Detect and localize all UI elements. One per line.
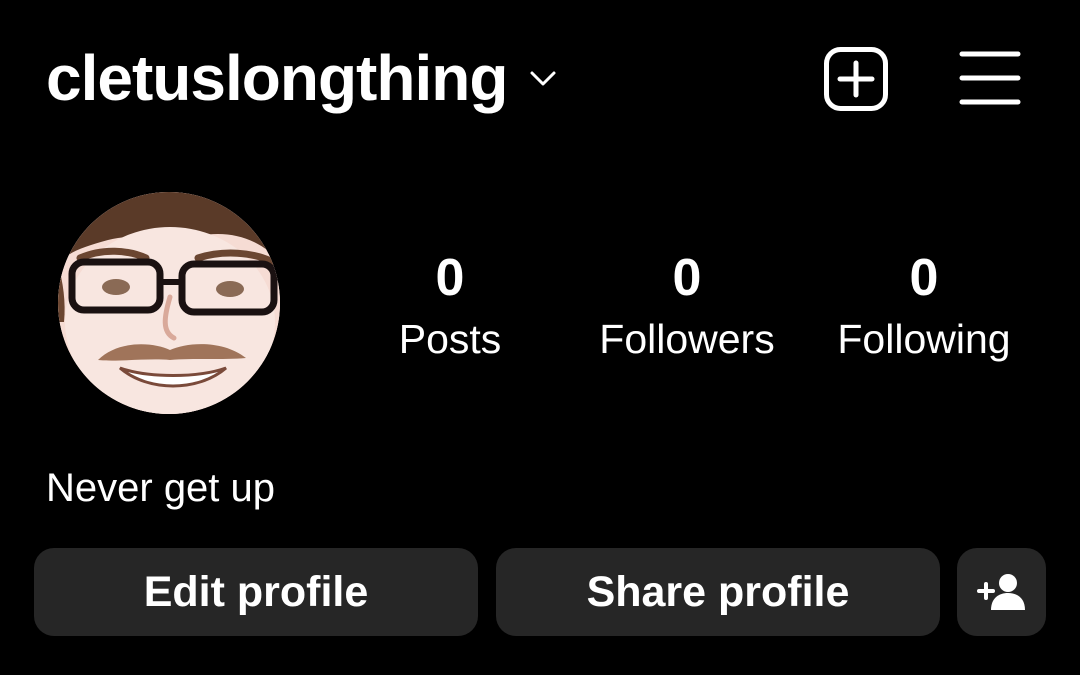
avatar[interactable] [58,192,280,414]
bio-text: Never get up [46,466,276,510]
followers-label: Followers [599,316,775,362]
following-count: 0 [909,249,939,307]
chevron-down-icon [527,62,559,94]
username: cletuslongthing [46,42,508,114]
profile-header: cletuslongthing [0,0,1080,160]
following-label: Following [837,316,1011,362]
account-switcher[interactable]: cletuslongthing [46,36,559,120]
posts-label: Posts [398,316,502,362]
posts-stat[interactable]: 0 Posts [340,245,560,365]
share-profile-button[interactable]: Share profile [496,548,940,636]
following-stat[interactable]: 0 Following [814,245,1034,365]
followers-stat[interactable]: 0 Followers [577,245,797,365]
followers-count: 0 [672,249,702,307]
hamburger-menu-icon[interactable] [958,48,1022,108]
edit-profile-button[interactable]: Edit profile [34,548,478,636]
posts-count: 0 [435,249,465,307]
discover-people-button[interactable] [957,548,1046,636]
plus-square-icon[interactable] [823,46,889,112]
add-person-icon [976,572,1027,612]
